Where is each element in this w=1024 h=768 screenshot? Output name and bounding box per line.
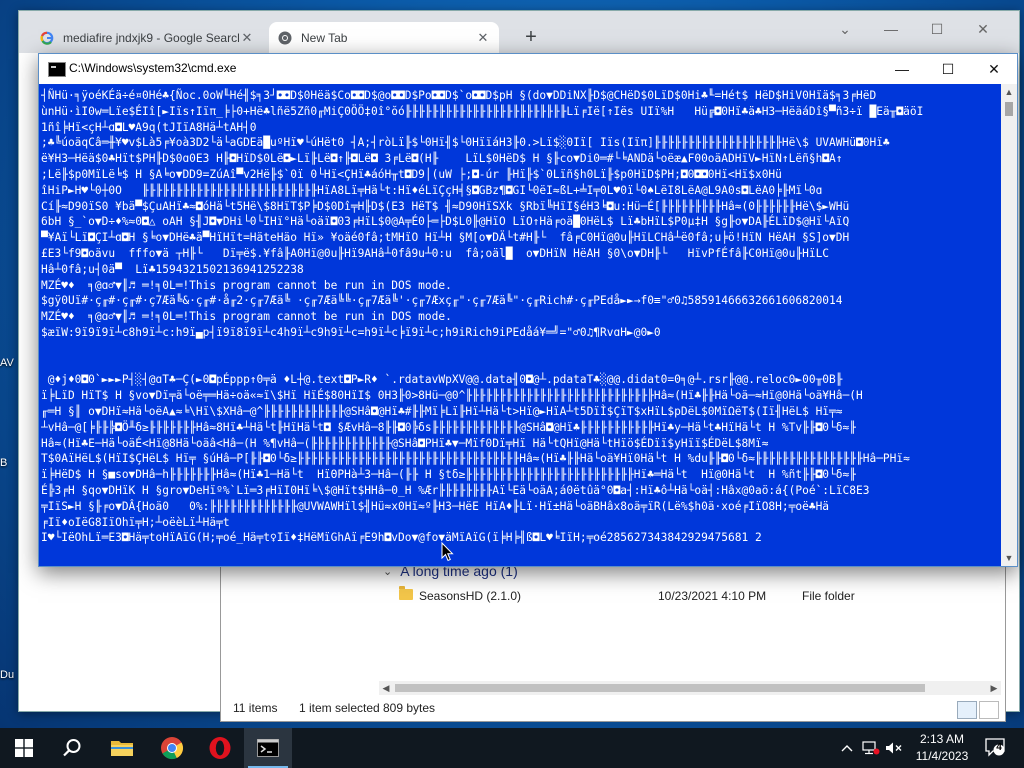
minimize-button[interactable]: — (871, 17, 911, 41)
network-icon[interactable] (860, 728, 882, 768)
notification-center-icon[interactable]: 4 (984, 736, 1006, 758)
scroll-left-icon[interactable]: ◀ (379, 681, 393, 695)
start-button[interactable] (0, 728, 48, 768)
clock-date: 11/4/2023 (915, 749, 969, 763)
cmd-title: C:\Windows\system32\cmd.exe (69, 61, 237, 75)
mouse-pointer-icon (441, 541, 454, 565)
browser-tabstrip: mediafire jndxjk9 - Google Search ✕ New … (19, 11, 1019, 53)
vertical-scrollbar[interactable]: ▲ ▼ (1001, 84, 1017, 566)
file-type: File folder (802, 589, 855, 603)
desktop-icon-label[interactable]: Du (0, 669, 14, 681)
tab-title: mediafire jndxjk9 - Google Search (63, 30, 239, 45)
status-bar: 11 items 1 item selected 809 bytes (221, 697, 1005, 721)
close-tab-icon[interactable]: ✕ (239, 30, 255, 46)
scrollbar-thumb[interactable] (1005, 102, 1013, 116)
file-row[interactable]: SeasonsHD (2.1.0) 10/23/2021 4:10 PM Fil… (381, 585, 981, 607)
scroll-up-icon[interactable]: ▲ (1001, 84, 1017, 100)
search-icon (63, 739, 81, 757)
google-icon (39, 30, 55, 46)
desktop-icon-label[interactable]: B (0, 457, 7, 469)
tab-search-icon[interactable]: ⌄ (825, 17, 865, 41)
tab-title: New Tab (301, 30, 348, 45)
notification-count-badge: 4 (996, 742, 1002, 753)
system-clock[interactable]: 2:13 AM 11/4/2023 (906, 731, 978, 765)
close-button[interactable]: ✕ (963, 17, 1003, 41)
folder-icon (111, 741, 133, 756)
search-button[interactable] (48, 728, 96, 768)
cmd-titlebar[interactable]: C:\Windows\system32\cmd.exe — ☐ ✕ (39, 54, 1017, 84)
chrome-icon (277, 30, 293, 46)
tab-new-tab[interactable]: New Tab ✕ (269, 22, 499, 53)
maximize-button[interactable]: ☐ (917, 17, 957, 41)
cmd-window: C:\Windows\system32\cmd.exe — ☐ ✕ ┤ÑHü·╕… (38, 53, 1018, 567)
chrome-app[interactable] (148, 728, 196, 768)
selection-count: 1 item selected (299, 701, 380, 715)
console-icon (257, 739, 279, 757)
chrome-icon (161, 737, 184, 760)
file-name: SeasonsHD (2.1.0) (419, 589, 522, 603)
cmd-app[interactable] (244, 728, 292, 768)
horizontal-scrollbar[interactable]: ◀ ▶ (379, 681, 1001, 695)
close-tab-icon[interactable]: ✕ (475, 30, 491, 46)
scroll-right-icon[interactable]: ▶ (987, 681, 1001, 695)
windows-logo-icon (15, 739, 33, 757)
console-output-area[interactable]: ┤ÑHü·╕ÿoéKÉä÷é¤0Hé♣{Ñoc.0oW╙Hé╢$╕3┘◘◘D$0… (39, 84, 1001, 566)
opera-app[interactable] (196, 728, 244, 768)
minimize-button[interactable]: — (879, 54, 925, 84)
scroll-down-icon[interactable]: ▼ (1001, 550, 1017, 566)
details-view-icon[interactable] (957, 701, 977, 719)
file-explorer-app[interactable] (98, 728, 146, 768)
large-icons-view-icon[interactable] (979, 701, 999, 719)
new-tab-button[interactable]: + (519, 26, 543, 50)
volume-muted-icon[interactable] (884, 728, 904, 768)
tab-google-search[interactable]: mediafire jndxjk9 - Google Search ✕ (31, 22, 263, 53)
item-count: 11 items (233, 701, 278, 715)
chevron-up-icon[interactable] (838, 728, 856, 768)
taskbar: 2:13 AM 11/4/2023 4 (0, 728, 1024, 768)
desktop-icon-label[interactable]: AV (0, 357, 14, 369)
opera-icon (209, 737, 231, 759)
selection-size: 809 bytes (383, 701, 436, 715)
close-button[interactable]: ✕ (971, 54, 1017, 84)
console-output-text: ┤ÑHü·╕ÿoéKÉä÷é¤0Hé♣{Ñoc.0oW╙Hé╢$╕3┘◘◘D$0… (41, 89, 924, 545)
folder-icon (399, 586, 413, 600)
file-explorer-window: ⌄ A long time ago (1) SeasonsHD (2.1.0) … (220, 540, 1006, 722)
scrollbar-thumb[interactable] (395, 684, 925, 692)
console-icon (48, 62, 66, 77)
file-date: 10/23/2021 4:10 PM (658, 589, 767, 603)
clock-time: 2:13 AM (919, 732, 965, 746)
maximize-button[interactable]: ☐ (925, 54, 971, 84)
